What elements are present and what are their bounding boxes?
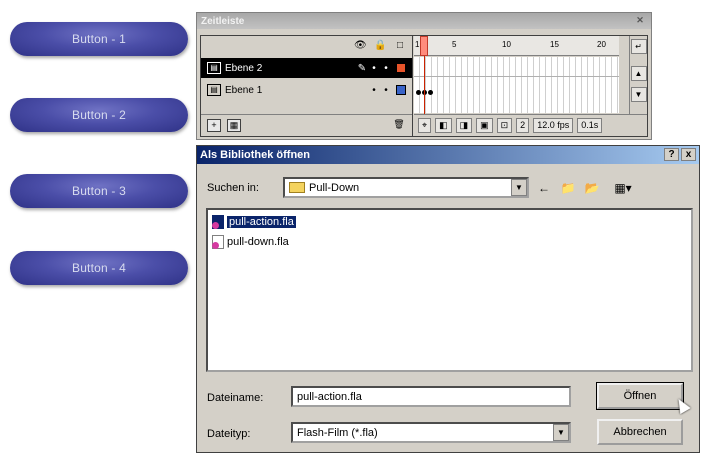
visibility-dot[interactable]: • xyxy=(368,85,380,96)
open-button[interactable]: Öffnen xyxy=(596,382,684,410)
scroll-up-icon[interactable]: ▲ xyxy=(630,66,647,81)
filetype-value: Flash-Film (*.fla) xyxy=(297,426,378,439)
keyframe-marker[interactable] xyxy=(428,90,433,95)
open-library-dialog: Als Bibliothek öffnen ? x Suchen in: Pul… xyxy=(196,145,700,453)
layer-color-box[interactable] xyxy=(396,63,406,73)
layer-name: Ebene 1 xyxy=(225,84,263,96)
pill-button-2[interactable]: Button - 2 xyxy=(10,98,188,132)
frame-area: 1 5 10 15 20 ↵ ▲ ▼ ⌖ ◧ ◨ ▣ ⊡ 2 12.0 fps … xyxy=(414,36,647,136)
eye-icon[interactable]: 👁 xyxy=(354,40,367,51)
timeline-titlebar[interactable]: Zeitleiste ✕ xyxy=(197,13,651,29)
new-folder-icon[interactable]: 📂 xyxy=(583,180,601,196)
chevron-down-icon[interactable]: ▼ xyxy=(553,424,569,441)
lock-icon[interactable]: 🔒 xyxy=(374,40,386,51)
filetype-label: Dateityp: xyxy=(207,428,251,440)
fla-file-icon xyxy=(212,235,224,249)
frame-ruler[interactable]: 1 5 10 15 20 xyxy=(414,36,619,56)
pill-button-3[interactable]: Button - 3 xyxy=(10,174,188,208)
up-folder-icon[interactable]: 📁 xyxy=(559,180,577,196)
look-in-label: Suchen in: xyxy=(207,182,259,194)
trash-icon[interactable]: 🗑 xyxy=(392,119,406,132)
pill-button-1[interactable]: Button - 1 xyxy=(10,22,188,56)
cancel-button[interactable]: Abbrechen xyxy=(597,419,683,445)
frame-row-ebene-2[interactable] xyxy=(414,57,619,77)
lock-dot[interactable]: • xyxy=(380,63,392,74)
keyframe-marker[interactable] xyxy=(416,90,421,95)
visibility-dot[interactable]: • xyxy=(368,63,380,74)
ruler-tick: 10 xyxy=(502,40,511,49)
pill-button-label: Button - 2 xyxy=(71,108,127,122)
fla-file-icon xyxy=(212,215,224,229)
layer-toolbar: + ▦ 🗑 xyxy=(201,114,412,136)
current-frame: 2 xyxy=(516,118,530,133)
layer-icon: ▤ xyxy=(207,62,221,74)
outline-icon[interactable]: □ xyxy=(394,40,406,51)
layer-header-icons: 👁 🔒 □ xyxy=(354,40,406,51)
pencil-icon: ✎ xyxy=(357,62,367,74)
list-item[interactable]: pull-down.fla xyxy=(212,234,289,250)
pill-button-4[interactable]: Button - 4 xyxy=(10,251,188,285)
look-in-select[interactable]: Pull-Down ▼ xyxy=(283,177,529,198)
layer-icon: ▤ xyxy=(207,84,221,96)
layer-color-box[interactable] xyxy=(396,85,406,95)
layer-name: Ebene 2 xyxy=(225,62,263,74)
help-button[interactable]: ? xyxy=(664,148,679,161)
timeline-scrollbar[interactable]: ↵ ▲ ▼ xyxy=(629,36,647,114)
filename-input[interactable]: pull-action.fla xyxy=(291,386,571,407)
view-menu-icon[interactable]: ▦▾ xyxy=(609,180,637,196)
filetype-select[interactable]: Flash-Film (*.fla) ▼ xyxy=(291,422,571,443)
dialog-titlebar[interactable]: Als Bibliothek öffnen ? x xyxy=(197,146,699,164)
filename-label: Dateiname: xyxy=(207,392,264,404)
onion-outline-icon[interactable]: ◨ xyxy=(455,118,473,133)
elapsed-time: 0.1s xyxy=(577,118,603,133)
ruler-tick: 20 xyxy=(597,40,606,49)
file-name: pull-down.fla xyxy=(227,236,289,248)
timeline-body: 👁 🔒 □ ▤ Ebene 2 ✎ • • ▤ Ebene 1 • • + ▦ … xyxy=(200,35,648,137)
file-name: pull-action.fla xyxy=(227,216,296,228)
folder-icon xyxy=(289,182,305,193)
timeline-statusbar: ⌖ ◧ ◨ ▣ ⊡ 2 12.0 fps 0.1s xyxy=(414,114,647,136)
filename-value: pull-action.fla xyxy=(297,390,362,403)
insert-layer-icon[interactable]: + xyxy=(207,119,221,132)
onion-skin-icon[interactable]: ◧ xyxy=(435,118,452,133)
scroll-down-icon[interactable]: ▼ xyxy=(630,87,647,102)
center-frame-icon[interactable]: ⌖ xyxy=(418,118,432,133)
dialog-title: Als Bibliothek öffnen xyxy=(200,149,310,161)
panel-close-icon[interactable]: ✕ xyxy=(635,15,645,25)
playhead-line xyxy=(424,56,425,114)
close-button[interactable]: x xyxy=(681,148,696,161)
timeline-panel: Zeitleiste ✕ 👁 🔒 □ ▤ Ebene 2 ✎ • • ▤ Ebe… xyxy=(196,12,652,140)
frame-grid[interactable] xyxy=(414,57,619,113)
frame-rate: 12.0 fps xyxy=(533,118,574,133)
layer-row-ebene-1[interactable]: ▤ Ebene 1 • • xyxy=(201,80,412,100)
ruler-tick: 5 xyxy=(452,40,457,49)
ruler-tick: 15 xyxy=(550,40,559,49)
look-in-value: Pull-Down xyxy=(309,181,360,194)
onion-markers-icon[interactable]: ⊡ xyxy=(496,118,513,133)
timeline-title: Zeitleiste xyxy=(201,15,245,27)
list-item[interactable]: pull-action.fla xyxy=(212,214,296,230)
add-guide-layer-icon[interactable]: ▦ xyxy=(227,119,241,132)
menu-arrow-icon[interactable]: ↵ xyxy=(630,39,647,54)
playhead[interactable] xyxy=(420,36,428,56)
ruler-tick: 1 xyxy=(415,40,420,49)
chevron-down-icon[interactable]: ▼ xyxy=(511,179,527,196)
file-list[interactable]: pull-action.fla pull-down.fla xyxy=(206,208,693,372)
layer-list: 👁 🔒 □ ▤ Ebene 2 ✎ • • ▤ Ebene 1 • • + ▦ … xyxy=(201,36,413,136)
pill-button-label: Button - 3 xyxy=(71,184,127,198)
pill-button-label: Button - 1 xyxy=(71,32,127,46)
layer-row-ebene-2[interactable]: ▤ Ebene 2 ✎ • • xyxy=(201,58,412,78)
lock-dot[interactable]: • xyxy=(380,85,392,96)
pill-button-label: Button - 4 xyxy=(71,261,127,275)
back-arrow-icon[interactable]: ← xyxy=(535,180,553,196)
edit-multiple-icon[interactable]: ▣ xyxy=(476,118,493,133)
